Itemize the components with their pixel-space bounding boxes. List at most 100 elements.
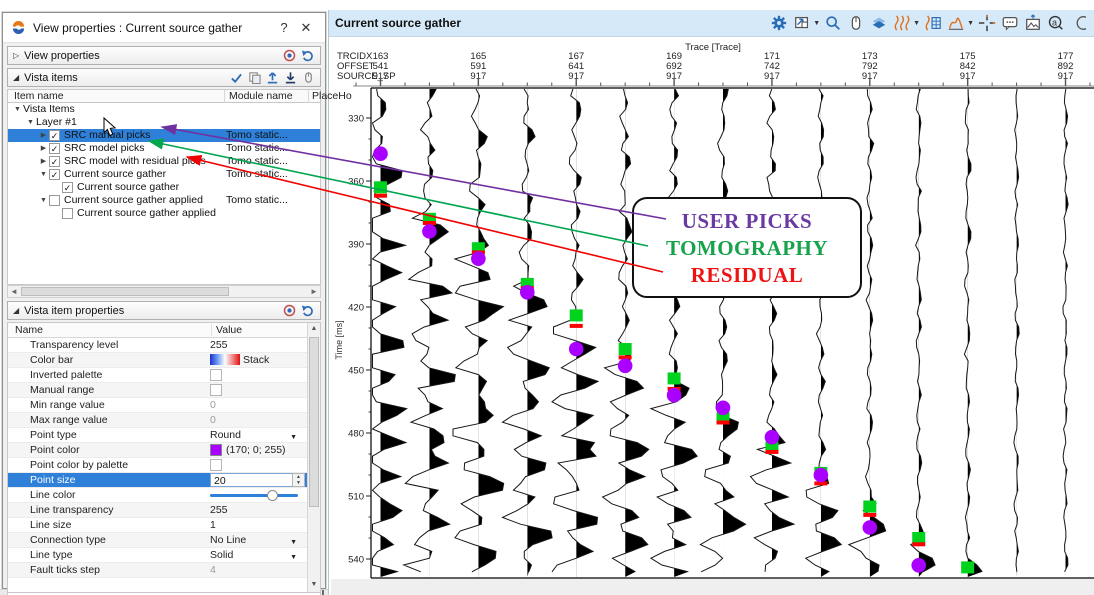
expander-open-icon[interactable]: ▼ [25,116,36,129]
property-row-point-type[interactable]: Point typeRound▼ [8,428,307,443]
colorbar-swatch[interactable] [210,354,240,365]
target-icon[interactable] [283,304,296,317]
user-pick-marker[interactable] [911,558,926,573]
fit-view-icon[interactable] [792,13,812,33]
property-row-manual-range[interactable]: Manual range [8,383,307,398]
tree-item[interactable]: ▶✓SRC model picksTomo static... [8,142,320,155]
column-placeholder[interactable]: PlaceHo [308,90,352,103]
save-image-icon[interactable] [1023,13,1043,33]
spinner-buttons[interactable]: ▲▼ [292,473,305,487]
expanded-arrow-icon[interactable]: ◢ [13,73,19,82]
scrollbar-thumb[interactable] [309,337,319,507]
residual-pick-marker[interactable] [863,513,876,517]
dock-down-icon[interactable] [284,71,297,84]
user-pick-marker[interactable] [471,251,486,266]
property-value[interactable] [210,383,305,397]
property-value[interactable]: Round▼ [210,428,305,442]
dropdown-caret-icon[interactable]: ▼ [913,20,920,27]
tree-item[interactable]: ▶✓SRC manual picksTomo static... [8,129,320,142]
window-partial-icon[interactable] [1069,13,1089,33]
user-pick-marker[interactable] [569,342,584,357]
tomography-pick-marker[interactable] [570,309,583,321]
scroll-up-icon[interactable]: ▲ [308,323,320,336]
property-row-fault-ticks-step[interactable]: Fault ticks step4 [8,563,307,578]
mouse-select-icon[interactable] [846,13,866,33]
property-row-inverted-palette[interactable]: Inverted palette [8,368,307,383]
expander-closed-icon[interactable]: ▶ [38,155,49,168]
item-checkbox[interactable]: ✓ [49,130,60,141]
property-value[interactable]: No Line▼ [210,533,305,547]
value-checkbox[interactable] [210,384,222,396]
zoom-value-icon[interactable]: a [1046,13,1066,33]
user-pick-marker[interactable] [814,468,829,483]
scroll-left-icon[interactable]: ◄ [8,286,20,297]
slider-handle[interactable] [267,490,278,501]
item-checkbox[interactable] [62,208,73,219]
tree-item[interactable]: ▼Current source gather appliedTomo stati… [8,194,320,207]
tree-item[interactable]: Current source gather applied [8,207,320,220]
expander-closed-icon[interactable]: ▶ [38,142,49,155]
import-up-icon[interactable] [266,71,279,84]
expander-open-icon[interactable]: ▼ [38,194,49,207]
property-value[interactable] [210,368,305,382]
wiggle-display-icon[interactable] [892,13,912,33]
column-module-name[interactable]: Module name [224,90,293,103]
property-value[interactable]: 20▲▼ [210,473,305,487]
target-icon[interactable] [283,49,296,62]
property-row-point-size[interactable]: Point size20▲▼ [8,473,307,488]
user-pick-marker[interactable] [618,359,633,374]
residual-pick-marker[interactable] [912,542,925,546]
user-pick-marker[interactable] [520,285,535,300]
collapsed-arrow-icon[interactable]: ▷ [13,51,19,60]
undo-icon[interactable] [301,49,315,62]
expander-closed-icon[interactable]: ▶ [38,129,49,142]
section-vista-item-properties[interactable]: ◢ Vista item properties [7,301,321,320]
dropdown-caret-icon[interactable]: ▼ [813,20,820,27]
tree-item[interactable]: ▼Vista Items [8,103,320,116]
section-view-properties[interactable]: ▷ View properties [7,46,321,65]
property-value[interactable]: 255 [210,503,305,517]
expander-open-icon[interactable]: ▼ [38,168,49,181]
layers-icon[interactable] [869,13,889,33]
property-value[interactable] [210,458,305,472]
residual-pick-marker[interactable] [765,450,778,454]
property-value[interactable]: 255 [210,338,305,352]
crosshair-icon[interactable] [977,13,997,33]
scroll-right-icon[interactable]: ► [308,286,320,297]
property-row-line-size[interactable]: Line size1 [8,518,307,533]
color-swatch[interactable] [210,444,222,456]
column-item-name[interactable]: Item name [14,90,64,103]
item-checkbox[interactable] [49,195,60,206]
value-checkbox[interactable] [210,369,222,381]
residual-pick-marker[interactable] [717,421,730,425]
user-pick-marker[interactable] [422,224,437,239]
scroll-down-icon[interactable]: ▼ [308,579,320,592]
copy-icon[interactable] [248,71,261,84]
section-vista-items[interactable]: ◢ Vista items [7,68,321,87]
residual-pick-marker[interactable] [374,194,387,198]
property-row-line-transparency[interactable]: Line transparency255 [8,503,307,518]
property-row-line-type[interactable]: Line typeSolid▼ [8,548,307,563]
tree-item[interactable]: ▼Layer #1 [8,116,320,129]
tree-item[interactable]: ✓Current source gather [8,181,320,194]
wiggle-header-icon[interactable] [923,13,943,33]
column-name[interactable]: Name [15,324,43,336]
property-row-color-bar[interactable]: Color barStack [8,353,307,368]
scrollbar-thumb[interactable] [21,287,229,296]
property-row-max-range-value[interactable]: Max range value0 [8,413,307,428]
slider-track[interactable] [210,494,298,497]
user-pick-marker[interactable] [716,401,731,416]
tree-item[interactable]: ▶✓SRC model with residual picksTomo stat… [8,155,320,168]
seismic-plot[interactable]: Trace [Trace]TRCIDXOFFSETSOURCE_SP163541… [331,40,1094,595]
user-pick-marker[interactable] [667,388,682,403]
property-value[interactable] [210,488,305,502]
user-pick-marker[interactable] [863,520,878,535]
comment-icon[interactable] [1000,13,1020,33]
property-row-transparency-level[interactable]: Transparency level255 [8,338,307,353]
pointer-icon[interactable] [302,71,315,84]
user-pick-marker[interactable] [765,430,780,445]
check-icon[interactable] [230,72,243,84]
item-checkbox[interactable]: ✓ [62,182,73,193]
property-value[interactable]: (170; 0; 255) [210,443,305,457]
property-row-point-color-by-palette[interactable]: Point color by palette [8,458,307,473]
